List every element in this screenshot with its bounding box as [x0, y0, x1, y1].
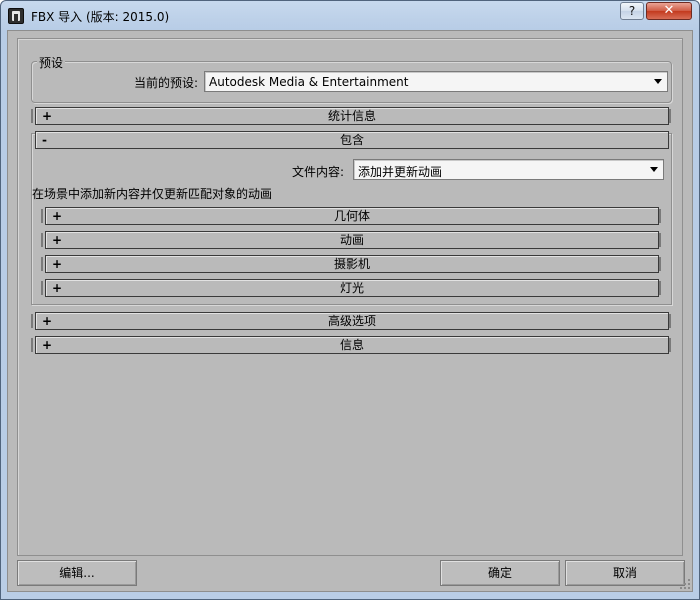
- rollout-info-label: 信息: [339, 338, 364, 352]
- settings-panel[interactable]: 预设 当前的预设: Autodesk Media & Entertainment…: [17, 38, 683, 556]
- rollout-edge: [669, 338, 671, 352]
- rollout-geometry-label: 几何体: [333, 209, 370, 223]
- chevron-down-icon: [650, 167, 658, 172]
- window-title: FBX 导入 (版本: 2015.0): [31, 10, 170, 24]
- rollout-edge: [41, 281, 43, 295]
- rollout-edge: [41, 209, 43, 223]
- rollout-edge: [41, 233, 43, 247]
- rollout-statistics[interactable]: + 统计信息: [35, 107, 669, 125]
- rollout-cameras[interactable]: + 摄影机: [45, 255, 659, 273]
- rollout-advanced-options[interactable]: + 高级选项: [35, 312, 669, 330]
- current-preset-label: 当前的预设:: [134, 76, 199, 90]
- dialog-client-area: 预设 当前的预设: Autodesk Media & Entertainment…: [7, 30, 693, 592]
- help-button[interactable]: ?: [620, 2, 644, 20]
- fbx-import-dialog: FBX 导入 (版本: 2015.0) ? ✕ 预设 当前的预设: Autode…: [0, 0, 700, 600]
- file-content-label: 文件内容:: [292, 165, 345, 179]
- rollout-edge: [659, 257, 661, 271]
- close-button[interactable]: ✕: [646, 2, 692, 20]
- rollout-edge: [669, 314, 671, 328]
- rollout-edge: [669, 109, 671, 123]
- file-content-value: 添加并更新动画: [358, 165, 443, 179]
- rollout-edge: [659, 233, 661, 247]
- rollout-statistics-label: 统计信息: [327, 109, 376, 123]
- rollout-info[interactable]: + 信息: [35, 336, 669, 354]
- include-description: 在场景中添加新内容并仅更新匹配对象的动画: [32, 187, 273, 201]
- fbx-app-icon: [8, 8, 24, 24]
- rollout-animation-label: 动画: [339, 233, 364, 247]
- ok-button[interactable]: 确定: [440, 560, 560, 586]
- rollout-include-label: 包含: [339, 133, 364, 147]
- title-bar[interactable]: FBX 导入 (版本: 2015.0) ? ✕: [1, 1, 699, 31]
- preset-dropdown[interactable]: Autodesk Media & Entertainment: [204, 71, 668, 92]
- cancel-button[interactable]: 取消: [565, 560, 685, 586]
- rollout-edge: [31, 338, 33, 352]
- rollout-edge: [41, 257, 43, 271]
- preset-dropdown-value: Autodesk Media & Entertainment: [209, 75, 409, 89]
- rollout-edge: [659, 209, 661, 223]
- rollout-lights[interactable]: + 灯光: [45, 279, 659, 297]
- rollout-include[interactable]: - 包含: [35, 131, 669, 149]
- edit-button[interactable]: 编辑...: [17, 560, 137, 586]
- rollout-lights-label: 灯光: [339, 281, 364, 295]
- rollout-edge: [659, 281, 661, 295]
- presets-group-label: 预设: [37, 54, 66, 71]
- rollout-cameras-label: 摄影机: [333, 257, 370, 271]
- chevron-down-icon: [654, 79, 662, 84]
- rollout-advanced-label: 高级选项: [327, 314, 376, 328]
- file-content-dropdown[interactable]: 添加并更新动画: [353, 159, 664, 180]
- rollout-animation[interactable]: + 动画: [45, 231, 659, 249]
- rollout-edge: [31, 314, 33, 328]
- rollout-geometry[interactable]: + 几何体: [45, 207, 659, 225]
- resize-grip-icon[interactable]: [680, 579, 690, 589]
- rollout-edge: [31, 109, 33, 123]
